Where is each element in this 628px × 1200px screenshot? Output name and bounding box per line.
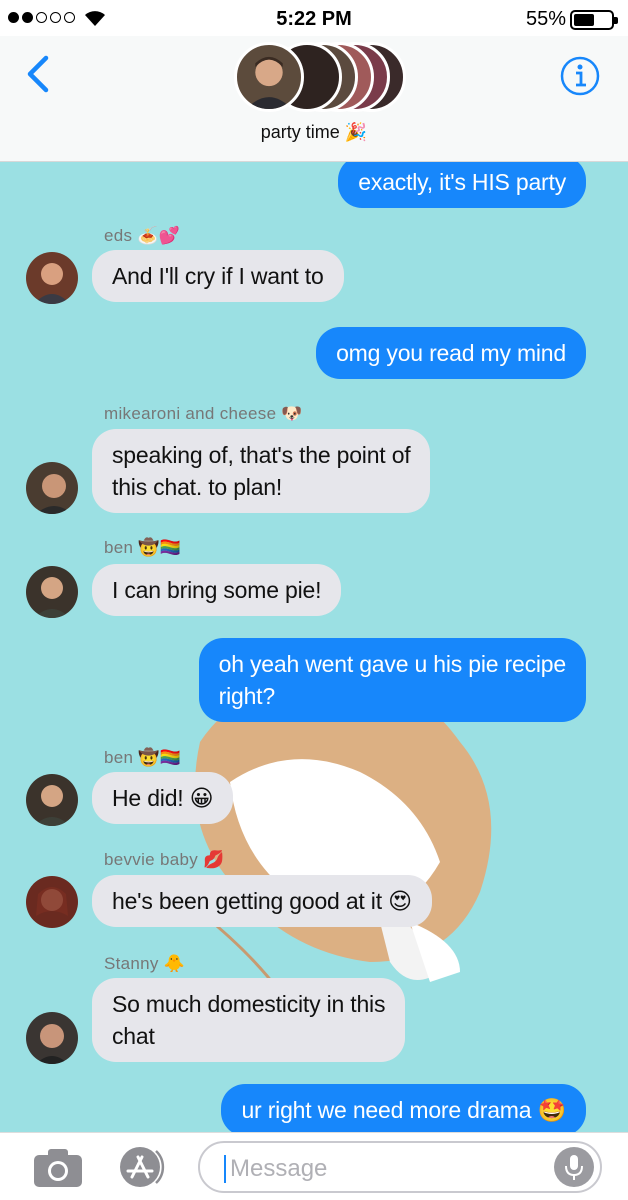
microphone-icon[interactable] bbox=[554, 1147, 594, 1187]
camera-icon[interactable] bbox=[32, 1147, 84, 1189]
message-placeholder: Message bbox=[230, 1155, 328, 1182]
avatar bbox=[26, 774, 78, 826]
app-store-icon[interactable] bbox=[114, 1145, 172, 1189]
sender-name: bevvie baby 💋 bbox=[104, 850, 225, 869]
text-cursor bbox=[224, 1155, 226, 1183]
status-bar: 5:22 PM 55% bbox=[0, 0, 628, 36]
sender-name: ben 🤠🏳️‍🌈 bbox=[104, 538, 182, 557]
avatar bbox=[26, 1012, 78, 1064]
avatar bbox=[26, 462, 78, 514]
incoming-message[interactable]: And I'll cry if I want to bbox=[92, 250, 344, 302]
message-list[interactable]: exactly, it's HIS party eds 🍝💕 And I'll … bbox=[0, 162, 628, 1132]
incoming-message[interactable]: speaking of, that's the point of this ch… bbox=[92, 429, 431, 513]
outgoing-message[interactable]: omg you read my mind bbox=[316, 327, 586, 379]
incoming-message[interactable]: he's been getting good at it 😍 bbox=[92, 875, 432, 927]
chevron-left-icon[interactable] bbox=[20, 52, 56, 96]
sender-name: mikearoni and cheese 🐶 bbox=[104, 404, 303, 423]
sender-name: ben 🤠🏳️‍🌈 bbox=[104, 748, 182, 767]
outgoing-message[interactable]: exactly, it's HIS party bbox=[338, 162, 586, 208]
composer-bar: Message bbox=[0, 1132, 628, 1200]
message-input[interactable]: Message bbox=[198, 1141, 602, 1193]
info-circle-icon[interactable] bbox=[558, 54, 602, 98]
group-avatars[interactable] bbox=[230, 38, 410, 112]
avatar bbox=[26, 566, 78, 618]
incoming-message[interactable]: So much domesticity in this chat bbox=[92, 978, 406, 1062]
outgoing-message[interactable]: ur right we need more drama 🤩 bbox=[221, 1084, 586, 1132]
conversation-header: party time 🎉 bbox=[0, 36, 628, 162]
sender-name: eds 🍝💕 bbox=[104, 226, 181, 245]
incoming-message[interactable]: He did! 😀 bbox=[92, 772, 234, 824]
sender-name: Stanny 🐥 bbox=[104, 954, 186, 973]
avatar bbox=[234, 42, 304, 112]
avatar bbox=[26, 252, 78, 304]
incoming-message[interactable]: I can bring some pie! bbox=[92, 564, 342, 616]
conversation-title[interactable]: party time 🎉 bbox=[0, 122, 628, 143]
battery-icon bbox=[570, 10, 618, 30]
battery-percentage: 55% bbox=[525, 8, 566, 30]
outgoing-message[interactable]: oh yeah went gave u his pie recipe right… bbox=[198, 638, 586, 722]
avatar bbox=[26, 876, 78, 928]
